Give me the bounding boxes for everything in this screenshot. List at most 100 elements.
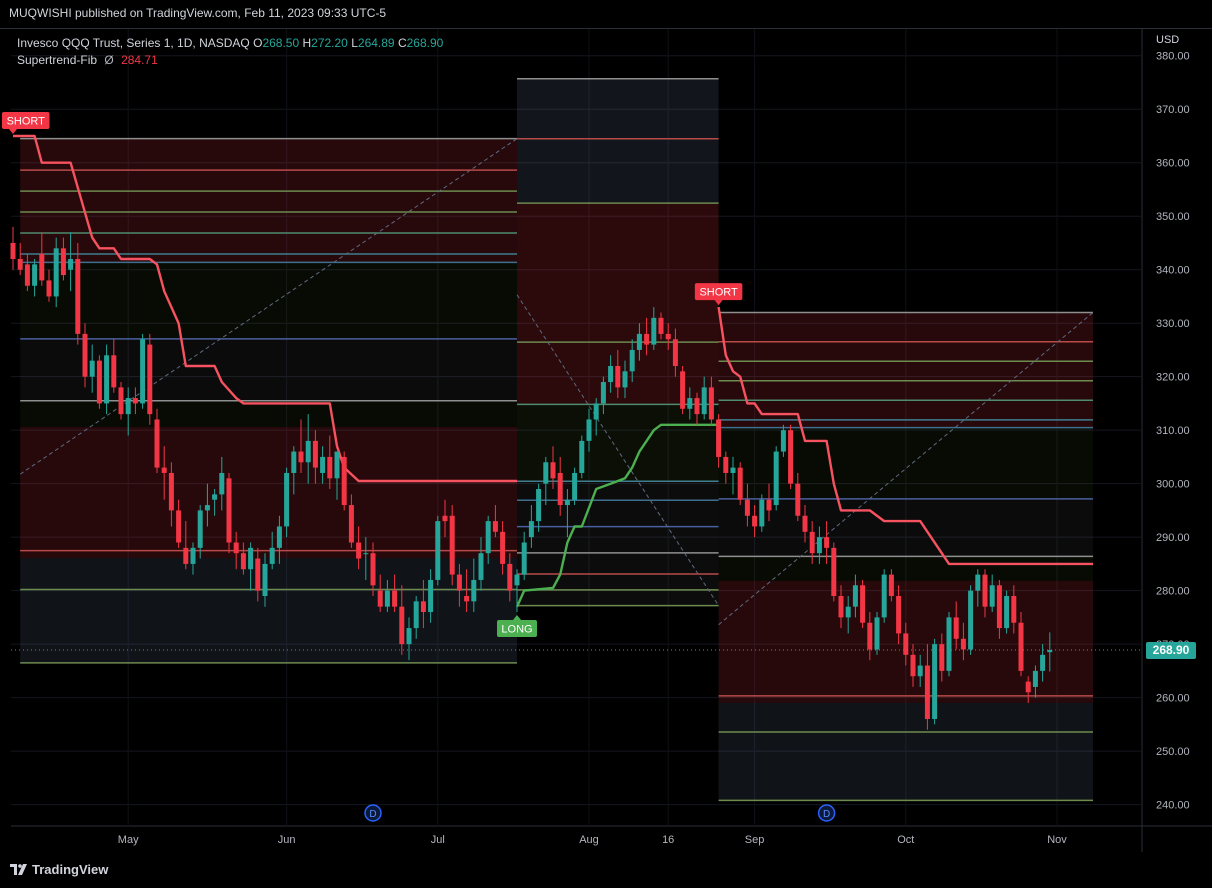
candle-body[interactable] <box>975 574 981 591</box>
candle-body[interactable] <box>471 579 477 602</box>
candle-body[interactable] <box>356 542 362 559</box>
candle-body[interactable] <box>464 595 470 602</box>
candle-body[interactable] <box>982 574 988 607</box>
candle-body[interactable] <box>435 521 441 580</box>
candle-body[interactable] <box>788 430 794 484</box>
candle-body[interactable] <box>881 574 887 618</box>
candle-body[interactable] <box>989 585 995 607</box>
candle-body[interactable] <box>507 563 513 591</box>
candle-body[interactable] <box>10 242 16 260</box>
candle-body[interactable] <box>766 499 772 511</box>
candle-body[interactable] <box>75 259 81 334</box>
candle-body[interactable] <box>82 333 88 377</box>
candle-body[interactable] <box>615 365 621 388</box>
candle-body[interactable] <box>888 574 894 596</box>
candle-body[interactable] <box>53 248 59 297</box>
candle-body[interactable] <box>32 264 38 286</box>
candle-body[interactable] <box>377 590 383 607</box>
candle-body[interactable] <box>968 590 974 650</box>
candle-body[interactable] <box>608 365 614 383</box>
candle-body[interactable] <box>860 585 866 623</box>
candle-body[interactable] <box>478 553 484 580</box>
candle-body[interactable] <box>665 333 671 340</box>
candle-body[interactable] <box>392 590 398 607</box>
candle-body[interactable] <box>680 371 686 409</box>
candle-body[interactable] <box>960 638 966 650</box>
candle-body[interactable] <box>924 665 930 720</box>
candle-body[interactable] <box>420 601 426 613</box>
candle-body[interactable] <box>262 563 268 596</box>
candle-body[interactable] <box>723 456 729 473</box>
candle-body[interactable] <box>932 644 938 720</box>
candle-body[interactable] <box>658 317 664 334</box>
candle-body[interactable] <box>896 595 902 634</box>
candle-body[interactable] <box>996 585 1002 629</box>
candle-body[interactable] <box>111 355 117 388</box>
candle-body[interactable] <box>492 521 498 532</box>
candle-body[interactable] <box>579 440 585 473</box>
candle-body[interactable] <box>248 547 254 570</box>
candle-body[interactable] <box>917 665 923 677</box>
hide-indicator-icon[interactable]: Ø <box>104 53 113 67</box>
candle-body[interactable] <box>413 601 419 629</box>
candle-body[interactable] <box>802 515 808 532</box>
candle-body[interactable] <box>348 505 354 543</box>
candle-body[interactable] <box>384 590 390 607</box>
candle-body[interactable] <box>89 360 95 377</box>
candle-body[interactable] <box>276 526 282 548</box>
candle-body[interactable] <box>852 585 858 607</box>
candle-body[interactable] <box>708 387 714 420</box>
candle-body[interactable] <box>737 467 743 500</box>
candle-body[interactable] <box>197 510 203 548</box>
candle-body[interactable] <box>125 398 131 415</box>
indicator-name[interactable]: Supertrend-Fib <box>17 53 97 67</box>
candle-body[interactable] <box>140 339 146 404</box>
candle-body[interactable] <box>60 248 66 276</box>
candle-body[interactable] <box>536 489 542 522</box>
candle-body[interactable] <box>255 558 261 591</box>
candle-body[interactable] <box>636 333 642 350</box>
candle-body[interactable] <box>24 264 30 286</box>
candle-body[interactable] <box>744 499 750 516</box>
candle-body[interactable] <box>442 515 448 522</box>
candle-body[interactable] <box>716 419 722 457</box>
candle-body[interactable] <box>946 617 952 671</box>
candle-body[interactable] <box>867 622 873 650</box>
candle-body[interactable] <box>118 387 124 415</box>
candle-body[interactable] <box>39 253 45 281</box>
candle-body[interactable] <box>557 472 563 506</box>
candle-body[interactable] <box>212 494 218 500</box>
candle-body[interactable] <box>572 472 578 500</box>
candle-body[interactable] <box>284 472 290 527</box>
candle-body[interactable] <box>816 537 822 554</box>
candle-body[interactable] <box>312 440 318 468</box>
candle-body[interactable] <box>586 419 592 441</box>
candle-body[interactable] <box>874 617 880 650</box>
candle-body[interactable] <box>672 339 678 366</box>
candle-body[interactable] <box>399 606 405 645</box>
candle-body[interactable] <box>320 456 326 473</box>
candle-body[interactable] <box>752 515 758 527</box>
candle-body[interactable] <box>291 451 297 473</box>
candle-body[interactable] <box>838 595 844 618</box>
candle-body[interactable] <box>370 553 376 586</box>
candle-body[interactable] <box>104 355 110 404</box>
candle-body[interactable] <box>629 349 635 372</box>
candle-body[interactable] <box>240 553 246 570</box>
candle-body[interactable] <box>485 521 491 554</box>
candle-body[interactable] <box>298 451 304 463</box>
candle-body[interactable] <box>780 430 786 452</box>
candle-body[interactable] <box>521 542 527 575</box>
candle-body[interactable] <box>730 467 736 473</box>
candle-body[interactable] <box>305 440 311 463</box>
candle-body[interactable] <box>694 398 700 415</box>
candle-body[interactable] <box>824 537 830 548</box>
candle-body[interactable] <box>176 510 182 543</box>
candle-body[interactable] <box>1018 622 1024 671</box>
candle-body[interactable] <box>903 633 909 655</box>
candle-body[interactable] <box>17 259 23 270</box>
symbol-name[interactable]: Invesco QQQ Trust, Series 1, 1D, NASDAQ <box>17 36 250 50</box>
candle-body[interactable] <box>154 419 160 468</box>
candle-body[interactable] <box>514 574 520 586</box>
tradingview-logo[interactable]: TradingView <box>10 862 108 877</box>
